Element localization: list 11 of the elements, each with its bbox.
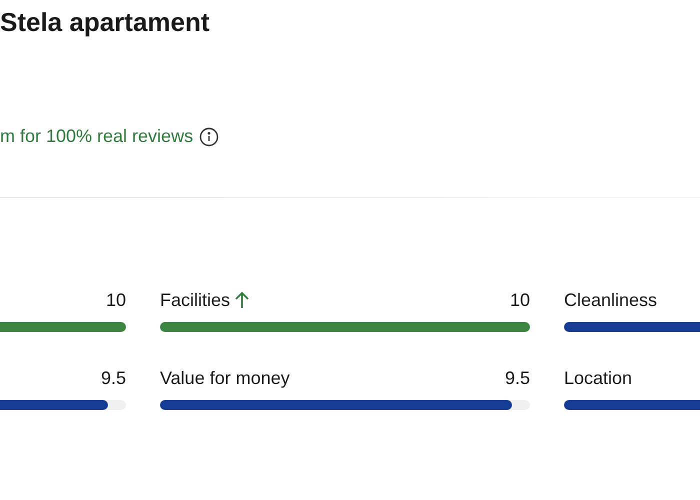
category-label: Facilities bbox=[160, 288, 230, 312]
category-label: Value for money bbox=[160, 366, 290, 390]
category-score: 10 bbox=[510, 288, 530, 312]
category-score: 9.5 bbox=[100, 366, 126, 390]
category-score: 9.5 bbox=[504, 366, 530, 390]
property-title: Stela apartament bbox=[0, 6, 211, 39]
category-label: Cleanliness bbox=[564, 288, 658, 312]
category-score: 10 bbox=[106, 288, 126, 312]
info-icon[interactable] bbox=[199, 126, 220, 146]
category-label: Location bbox=[564, 366, 632, 390]
reviews-note: m for 100% real reviews bbox=[0, 125, 194, 148]
